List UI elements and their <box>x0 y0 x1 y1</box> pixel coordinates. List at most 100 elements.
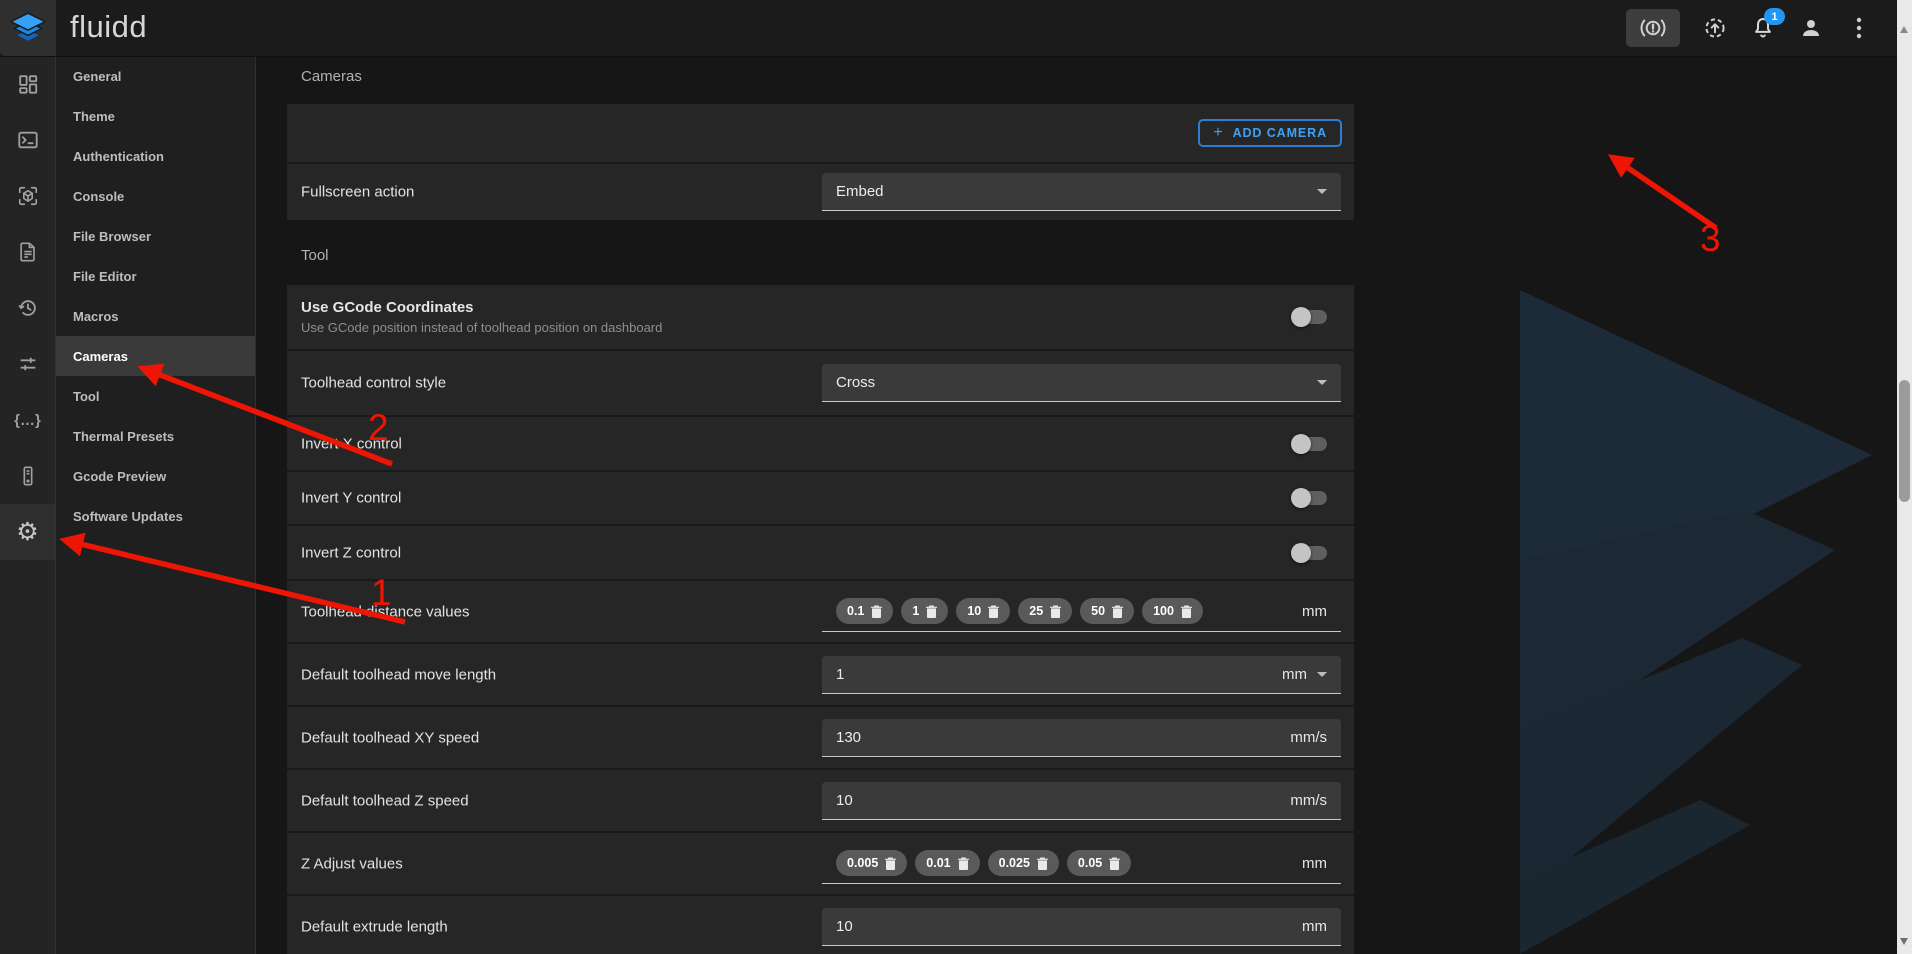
chip-value: 100 <box>1153 604 1174 618</box>
delete-icon[interactable] <box>926 605 937 618</box>
use-gcode-coordinates-toggle[interactable] <box>1291 307 1328 327</box>
notifications-button[interactable]: 1 <box>1750 15 1776 41</box>
scrollbar-up-arrow-icon[interactable] <box>1900 26 1908 33</box>
z-adjust-values-field[interactable]: 0.005 0.01 0.025 0.05 mm <box>822 844 1341 884</box>
unit-label: mm <box>1282 666 1307 683</box>
fluidd-app-window: Cameras + ADD CAMERA Fullscreen action E… <box>0 0 1912 954</box>
toggle-thumb <box>1291 543 1311 563</box>
default-toolhead-xy-speed-input[interactable]: 130 mm/s <box>822 719 1341 757</box>
invert-y-row: Invert Y control <box>287 470 1354 524</box>
setting-label: Default extrude length <box>301 918 448 935</box>
distance-chip[interactable]: 25 <box>1018 598 1072 624</box>
menu-item-file-editor[interactable]: File Editor <box>56 256 255 296</box>
z-adjust-chip[interactable]: 0.025 <box>988 850 1059 876</box>
use-gcode-coordinates-row: Use GCode Coordinates Use GCode position… <box>287 285 1354 349</box>
menu-item-tool[interactable]: Tool <box>56 376 255 416</box>
settings-menu: General Theme Authentication Console Fil… <box>56 56 256 954</box>
account-button[interactable] <box>1798 15 1824 41</box>
z-adjust-chip[interactable]: 0.01 <box>915 850 979 876</box>
delete-icon[interactable] <box>958 857 969 870</box>
nav-system[interactable] <box>0 448 55 504</box>
menu-item-theme[interactable]: Theme <box>56 96 255 136</box>
setting-label: Default toolhead Z speed <box>301 792 469 809</box>
menu-item-software-updates[interactable]: Software Updates <box>56 496 255 536</box>
fullscreen-action-row: Fullscreen action Embed <box>287 162 1354 220</box>
fullscreen-action-select[interactable]: Embed <box>822 173 1341 211</box>
menu-item-console[interactable]: Console <box>56 176 255 216</box>
toggle-thumb <box>1291 434 1311 454</box>
distance-chip[interactable]: 50 <box>1080 598 1134 624</box>
distance-chip[interactable]: 1 <box>901 598 948 624</box>
toolhead-distance-values-field[interactable]: 0.1 1 10 25 50 100 mm <box>822 592 1341 632</box>
app-logo[interactable] <box>0 0 56 56</box>
input-value: 10 <box>836 792 1290 809</box>
setting-label: Toolhead distance values <box>301 603 469 620</box>
check-updates-button[interactable] <box>1702 15 1728 41</box>
menu-item-thermal-presets[interactable]: Thermal Presets <box>56 416 255 456</box>
nav-gcode-preview[interactable] <box>0 168 55 224</box>
nav-history[interactable] <box>0 280 55 336</box>
tune-icon <box>17 353 39 375</box>
chevron-down-icon <box>1317 380 1327 385</box>
default-toolhead-z-speed-input[interactable]: 10 mm/s <box>822 782 1341 820</box>
toolhead-control-style-select[interactable]: Cross <box>822 364 1341 402</box>
dashboard-icon <box>17 73 39 95</box>
invert-z-toggle[interactable] <box>1291 543 1328 563</box>
delete-icon[interactable] <box>885 857 896 870</box>
setting-label: Default toolhead XY speed <box>301 729 479 746</box>
delete-icon[interactable] <box>1181 605 1192 618</box>
system-icon <box>17 465 39 487</box>
default-toolhead-move-length-input[interactable]: 1 mm <box>822 656 1341 694</box>
menu-item-authentication[interactable]: Authentication <box>56 136 255 176</box>
delete-icon[interactable] <box>1050 605 1061 618</box>
distance-chip[interactable]: 0.1 <box>836 598 893 624</box>
delete-icon[interactable] <box>988 605 999 618</box>
invert-y-toggle[interactable] <box>1291 488 1328 508</box>
fullscreen-action-label: Fullscreen action <box>301 184 414 201</box>
chip-value: 0.025 <box>999 856 1030 870</box>
menu-item-gcode-preview[interactable]: Gcode Preview <box>56 456 255 496</box>
default-toolhead-xy-speed-row: Default toolhead XY speed 130 mm/s <box>287 705 1354 768</box>
distance-chip[interactable]: 10 <box>956 598 1010 624</box>
nav-settings[interactable]: ⚙ <box>0 504 55 560</box>
delete-icon[interactable] <box>1037 857 1048 870</box>
invert-x-row: Invert X control <box>287 415 1354 470</box>
nav-file-browser[interactable] <box>0 224 55 280</box>
setting-label: Toolhead control style <box>301 375 446 392</box>
invert-x-toggle[interactable] <box>1291 434 1328 454</box>
scrollbar-down-arrow-icon[interactable] <box>1900 938 1908 945</box>
nav-tune[interactable] <box>0 336 55 392</box>
default-toolhead-move-length-row: Default toolhead move length 1 mm <box>287 642 1354 705</box>
delete-icon[interactable] <box>1109 857 1120 870</box>
chip-value: 0.005 <box>847 856 878 870</box>
select-value: Embed <box>836 183 1307 200</box>
page-scrollbar <box>1897 0 1912 954</box>
z-adjust-chip[interactable]: 0.005 <box>836 850 907 876</box>
update-icon <box>1703 16 1727 40</box>
add-camera-label: ADD CAMERA <box>1233 126 1327 140</box>
account-icon <box>1799 16 1823 40</box>
select-value: Cross <box>836 374 1307 391</box>
nav-dashboard[interactable] <box>0 56 55 112</box>
scrollbar-thumb[interactable] <box>1899 380 1910 502</box>
fluidd-logo-icon <box>10 8 46 48</box>
menu-item-cameras[interactable]: Cameras <box>56 336 255 376</box>
add-camera-button[interactable]: + ADD CAMERA <box>1198 119 1342 147</box>
menu-item-general[interactable]: General <box>56 56 255 96</box>
delete-icon[interactable] <box>871 605 882 618</box>
macros-icon: {…} <box>14 412 41 429</box>
default-extrude-length-input[interactable]: 10 mm <box>822 908 1341 946</box>
emergency-stop-button[interactable] <box>1626 9 1680 47</box>
chip-value: 25 <box>1029 604 1043 618</box>
setting-label: Use GCode Coordinates <box>301 299 662 316</box>
menu-item-file-browser[interactable]: File Browser <box>56 216 255 256</box>
notification-badge: 1 <box>1764 8 1785 25</box>
nav-macros[interactable]: {…} <box>0 392 55 448</box>
nav-console[interactable] <box>0 112 55 168</box>
setting-label: Invert Y control <box>301 490 401 507</box>
z-adjust-chip[interactable]: 0.05 <box>1067 850 1131 876</box>
overflow-menu-button[interactable] <box>1846 15 1872 41</box>
delete-icon[interactable] <box>1112 605 1123 618</box>
distance-chip[interactable]: 100 <box>1142 598 1203 624</box>
menu-item-macros[interactable]: Macros <box>56 296 255 336</box>
